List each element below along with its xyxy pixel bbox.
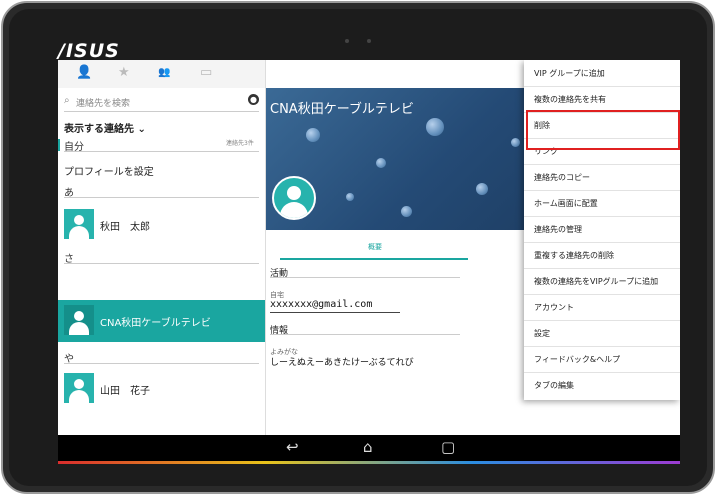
menu-item-label: 連絡先の管理 [534,225,582,234]
brand-logo: /ISUS [58,40,120,62]
contact-count: 連絡先3件 [226,140,254,147]
contact-avatar[interactable] [272,176,316,220]
screen: 👤 ★ 👥 ▭ ⌕ 連絡先を検索 ● 表示する連絡先 ⌄ 自分 連絡先3件 プロ… [58,60,680,435]
contact-title: CNA秋田ケーブルテレビ [270,102,414,117]
email-text: xxxxxxx@gmail.com [270,299,373,310]
mic-icon[interactable]: ● [248,94,259,105]
yomi-value: しーえぬえーあきたけーぶるてれび [270,358,414,368]
contact-name: 山田 花子 [100,386,150,397]
avatar [64,209,94,239]
avatar [64,305,94,335]
tab-overview[interactable]: 概要 [368,242,382,252]
list-item[interactable]: 秋田 太郎 [58,204,265,244]
show-contacts-dropdown[interactable]: 表示する連絡先 ⌄ [64,120,146,135]
menu-item-label: 設定 [534,329,550,338]
menu-item-add-multiple-vip[interactable]: 複数の連絡先をVIPグループに追加 [524,268,680,295]
home-icon[interactable]: ⌂ [363,438,373,456]
menu-item-manage[interactable]: 連絡先の管理 [524,216,680,243]
star-icon[interactable]: ★ [118,65,130,80]
sensor-dot [367,39,371,43]
menu-item-label: 連絡先のコピー [534,173,590,182]
vip-icon[interactable]: ▭ [200,65,212,80]
contact-name: 秋田 太郎 [100,222,150,233]
info-header: 情報 [270,323,460,336]
menu-item-label: 重複する連絡先の削除 [534,251,614,260]
search-input[interactable]: ⌕ 連絡先を検索 ● [64,93,259,112]
menu-item-remove-duplicates[interactable]: 重複する連絡先の削除 [524,242,680,269]
menu-item-edit-tabs[interactable]: タブの編集 [524,372,680,398]
camera-dot [345,39,349,43]
set-profile-link[interactable]: プロフィールを設定 [64,163,154,178]
section-header-ya: や [64,350,259,365]
search-placeholder: 連絡先を検索 [76,99,131,109]
contacts-panel: 👤 ★ 👥 ▭ ⌕ 連絡先を検索 ● 表示する連絡先 ⌄ 自分 連絡先3件 プロ… [58,60,266,435]
menu-item-add-vip[interactable]: VIP グループに追加 [524,60,680,87]
person-icon[interactable]: 👤 [76,65,92,80]
menu-item-label: アカウント [534,303,574,312]
menu-item-feedback[interactable]: フィードバック&ヘルプ [524,346,680,373]
section-marker [58,139,60,151]
menu-item-label: VIP グループに追加 [534,69,605,78]
search-icon: ⌕ [64,95,70,106]
accent-strip [58,461,680,464]
menu-item-copy[interactable]: 連絡先のコピー [524,164,680,191]
group-icon[interactable]: 👥 [158,67,170,78]
recent-apps-icon[interactable]: ▢ [441,438,455,456]
menu-item-label: 複数の連絡先をVIPグループに追加 [534,277,659,286]
menu-item-label: ホーム画面に配置 [534,199,598,208]
email-value[interactable]: xxxxxxx@gmail.com [270,299,400,313]
list-item-selected[interactable]: CNA秋田ケーブルテレビ [58,300,265,342]
menu-item-account[interactable]: アカウント [524,294,680,321]
avatar [64,373,94,403]
contact-name: CNA秋田ケーブルテレビ [100,318,211,329]
menu-item-home-screen[interactable]: ホーム画面に配置 [524,190,680,217]
menu-item-settings[interactable]: 設定 [524,320,680,347]
menu-item-label: フィードバック&ヘルプ [534,355,621,364]
section-header-sa: さ [64,250,259,265]
highlight-box [526,110,680,150]
activity-header: 活動 [270,266,460,279]
tab-indicator [280,258,468,260]
tab-bar: 👤 ★ 👥 ▭ [58,60,265,88]
section-header-a: あ [64,184,259,199]
back-icon[interactable]: ↩ [286,438,299,456]
menu-item-label: タブの編集 [534,381,574,390]
menu-item-share[interactable]: 複数の連絡先を共有 [524,86,680,113]
navigation-bar: ↩ ⌂ ▢ [58,435,680,461]
list-item[interactable]: 山田 花子 [58,368,265,408]
menu-item-label: 複数の連絡先を共有 [534,95,606,104]
section-header-me: 自分 [64,138,259,153]
